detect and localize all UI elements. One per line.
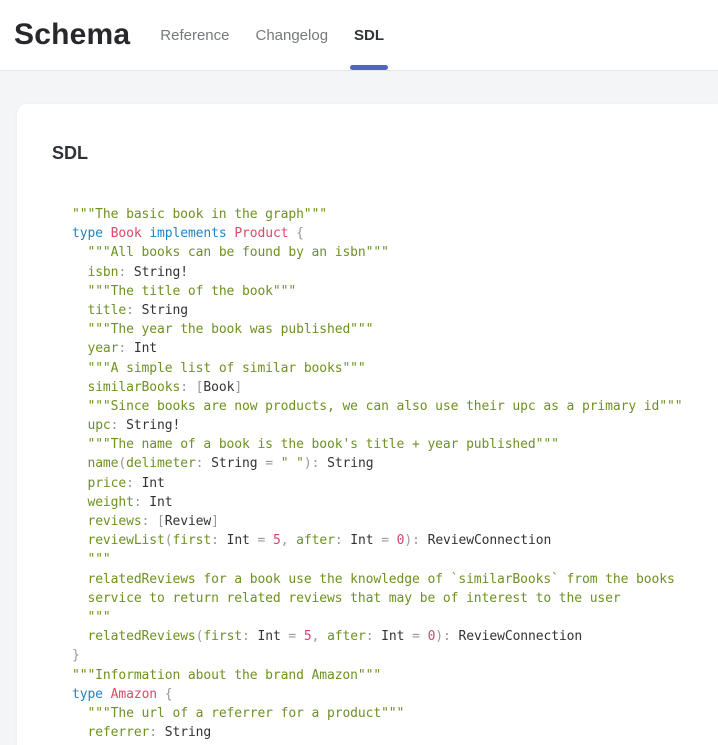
code-line: """The year the book was published""" [72, 320, 718, 339]
code-line: """The title of the book""" [72, 282, 718, 301]
tab-changelog[interactable]: Changelog [255, 0, 328, 70]
card-heading: SDL [52, 142, 718, 164]
code-line: upc: String! [72, 416, 718, 435]
sdl-code-block: """The basic book in the graph"""type Bo… [72, 205, 718, 745]
sdl-card: SDL """The basic book in the graph"""typ… [17, 104, 718, 745]
code-line: """The url of a referrer for a product""… [72, 704, 718, 723]
page-header: Schema Reference Changelog SDL [0, 0, 718, 71]
code-line: relatedReviews for a book use the knowle… [72, 570, 718, 589]
code-line: """Information about the brand Amazon""" [72, 666, 718, 685]
page-title: Schema [14, 18, 130, 52]
code-line: reviewList(first: Int = 5, after: Int = … [72, 531, 718, 550]
code-line: name(delimeter: String = " "): String [72, 454, 718, 473]
code-line: title: String [72, 301, 718, 320]
code-line: """Since books are now products, we can … [72, 397, 718, 416]
code-line: """All books can be found by an isbn""" [72, 243, 718, 262]
code-line: """The name of a book is the book's titl… [72, 435, 718, 454]
code-line: similarBooks: [Book] [72, 378, 718, 397]
tab-sdl[interactable]: SDL [354, 0, 384, 70]
tab-bar: Reference Changelog SDL [160, 0, 384, 70]
code-line: weight: Int [72, 493, 718, 512]
code-line: type Book implements Product { [72, 224, 718, 243]
code-line: """ [72, 550, 718, 569]
code-line: isbn: String! [72, 263, 718, 282]
code-line: """The basic book in the graph""" [72, 205, 718, 224]
code-line: reviews: [Review] [72, 512, 718, 531]
tab-reference[interactable]: Reference [160, 0, 229, 70]
code-line: } [72, 646, 718, 665]
code-line: type Amazon { [72, 685, 718, 704]
content-area: SDL """The basic book in the graph"""typ… [0, 71, 718, 745]
code-line: service to return related reviews that m… [72, 589, 718, 608]
code-line: referrer: String [72, 723, 718, 742]
code-line: year: Int [72, 339, 718, 358]
code-line: relatedReviews(first: Int = 5, after: In… [72, 627, 718, 646]
code-line: """A simple list of similar books""" [72, 359, 718, 378]
code-line: price: Int [72, 474, 718, 493]
code-line: """ [72, 608, 718, 627]
